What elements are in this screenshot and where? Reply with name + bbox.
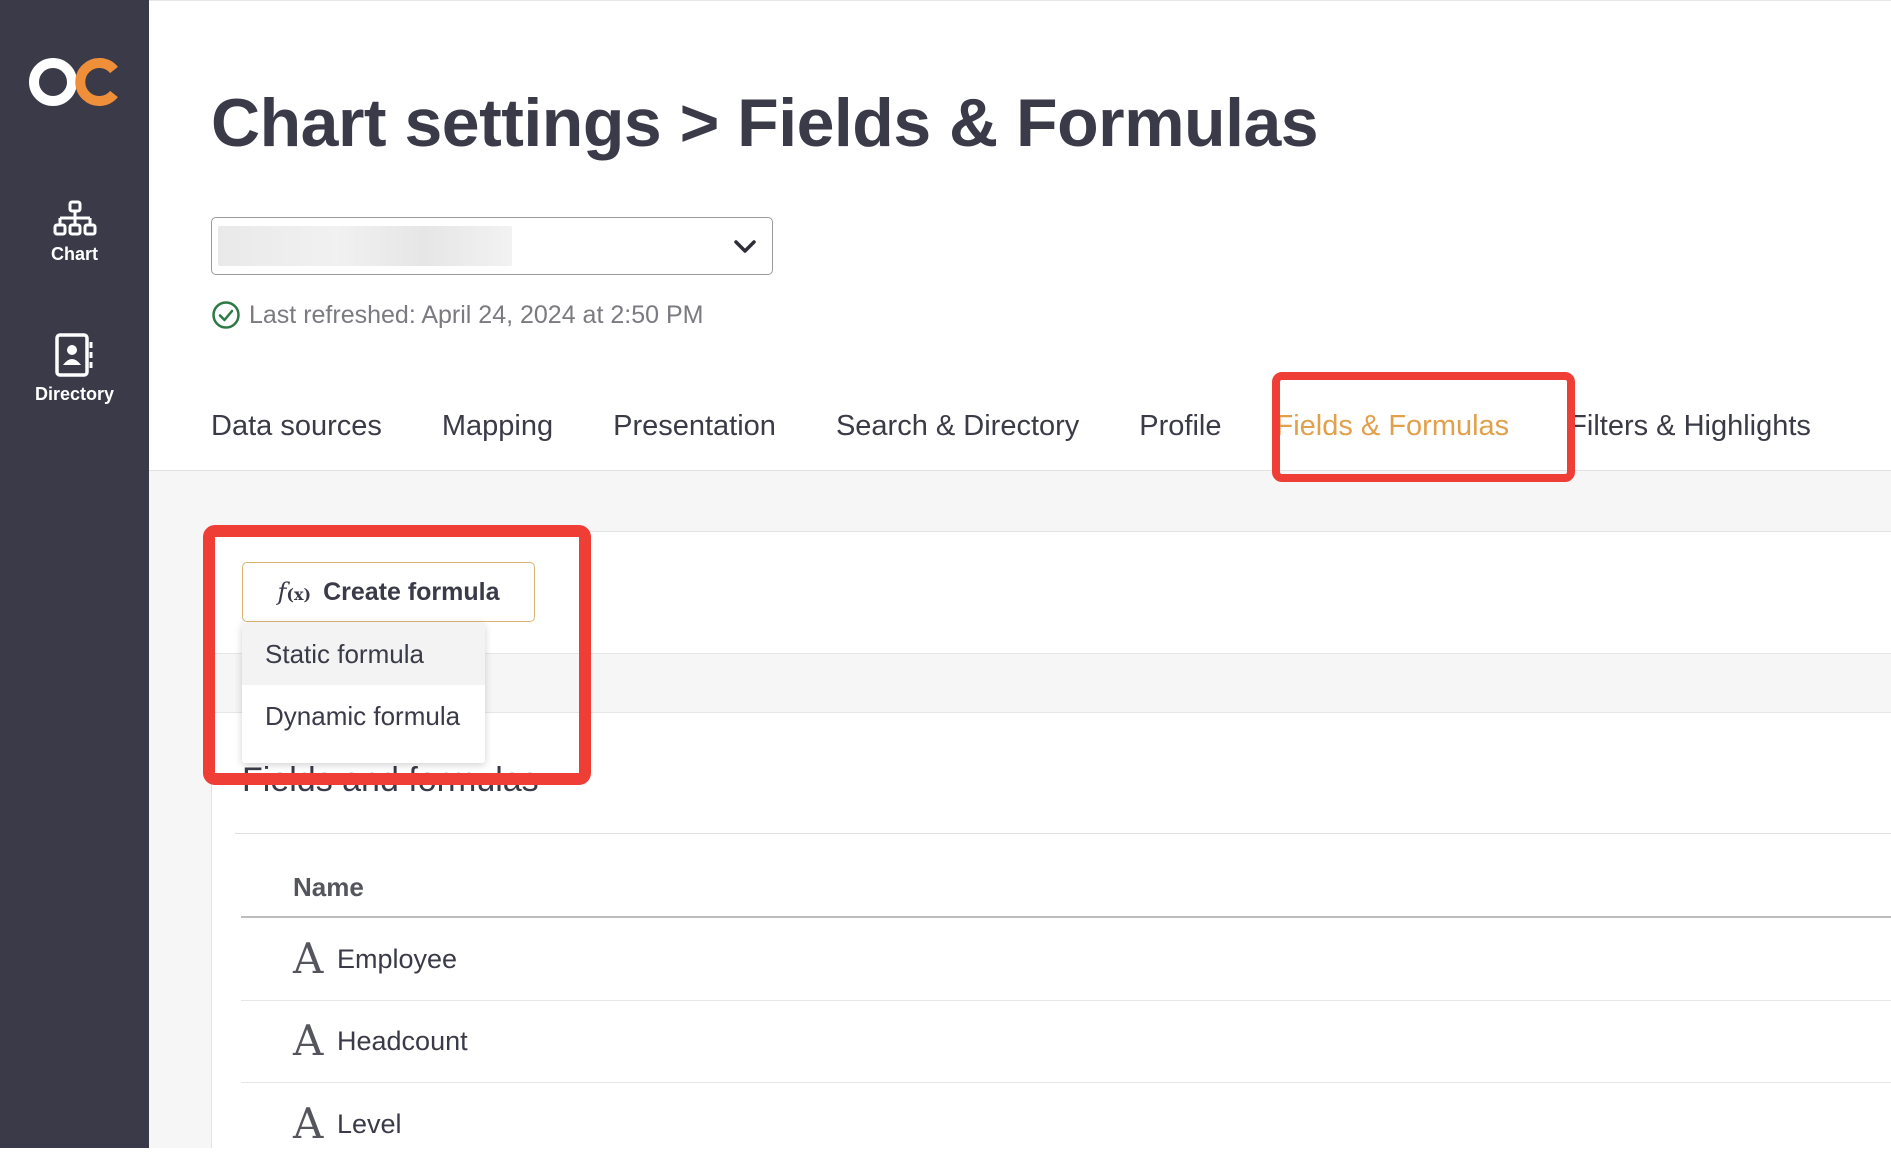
top-border — [149, 0, 1891, 1]
sidebar-item-label: Directory — [34, 384, 115, 404]
table-row[interactable]: A Headcount — [241, 1000, 1891, 1083]
settings-tabs: Data sources Mapping Presentation Search… — [211, 406, 1871, 446]
divider — [235, 833, 1891, 834]
chart-select[interactable] — [211, 217, 773, 275]
column-header-name[interactable]: Name — [293, 872, 364, 903]
sidebar-item-chart[interactable]: Chart — [0, 200, 149, 265]
tab-filters-highlights[interactable]: Filters & Highlights — [1569, 410, 1811, 443]
tab-profile[interactable]: Profile — [1139, 410, 1221, 443]
chevron-down-icon — [734, 240, 756, 253]
highlight-box-create — [203, 525, 591, 785]
text-type-icon: A — [293, 1099, 324, 1148]
field-name: Employee — [337, 943, 458, 974]
sidebar: Chart Directory — [0, 0, 149, 1148]
check-circle-icon — [212, 301, 240, 329]
refresh-status: Last refreshed: April 24, 2024 at 2:50 P… — [211, 300, 703, 330]
text-type-icon: A — [293, 934, 324, 983]
tab-search-directory[interactable]: Search & Directory — [836, 410, 1079, 443]
org-chart-icon — [53, 200, 96, 236]
select-value-redacted — [218, 226, 512, 266]
field-name: Headcount — [337, 1025, 468, 1056]
text-type-icon: A — [293, 1016, 324, 1065]
table-row[interactable]: A Employee — [241, 918, 1891, 1001]
table-row[interactable]: A Level — [241, 1083, 1891, 1165]
sidebar-item-label: Chart — [50, 244, 98, 264]
tab-data-sources[interactable]: Data sources — [211, 410, 382, 443]
refresh-text: Last refreshed: April 24, 2024 at 2:50 P… — [249, 300, 704, 329]
page-title: Chart settings > Fields & Formulas — [211, 85, 1319, 161]
highlight-box-tab — [1272, 372, 1575, 482]
directory-icon — [54, 333, 92, 377]
oc-logo[interactable] — [28, 52, 124, 112]
sidebar-item-directory[interactable]: Directory — [0, 332, 149, 405]
tab-mapping[interactable]: Mapping — [442, 410, 553, 443]
tab-presentation[interactable]: Presentation — [613, 410, 776, 443]
field-name: Level — [337, 1108, 402, 1139]
